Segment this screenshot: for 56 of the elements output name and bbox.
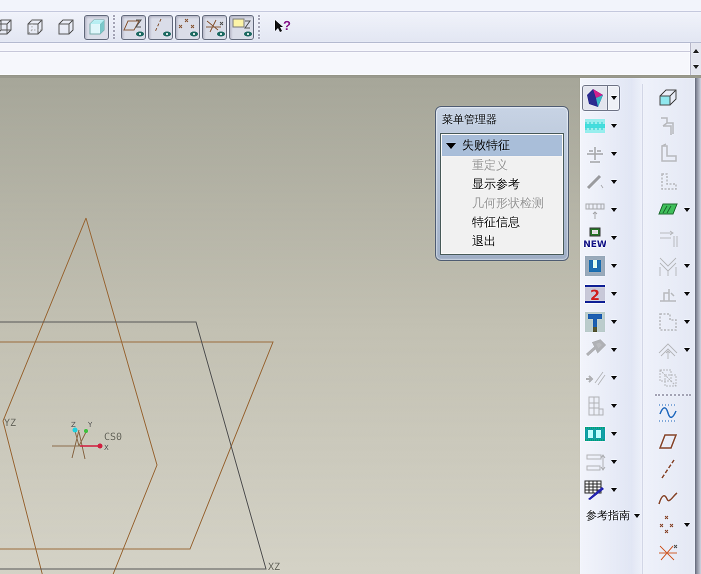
caret-icon — [684, 264, 690, 268]
caret-icon — [611, 208, 617, 212]
caret-icon — [684, 348, 690, 352]
caret-icon — [611, 376, 617, 380]
shaded-cube-icon — [88, 18, 106, 36]
plane-display-icon — [122, 17, 144, 37]
gem-icon — [584, 87, 606, 109]
point-display-icon — [176, 17, 198, 37]
menu-item[interactable]: 特征信息 — [442, 213, 562, 232]
pin-icon — [584, 311, 606, 333]
caret-icon — [684, 208, 690, 212]
csys-label: CS0 — [104, 432, 122, 443]
dashed-box-icon — [657, 311, 679, 333]
display-style-button[interactable] — [84, 14, 109, 40]
hidden-line-cube-icon — [26, 18, 44, 36]
caret-icon — [611, 180, 617, 184]
caret-icon — [611, 348, 617, 352]
caret-icon — [611, 320, 617, 324]
caret-icon — [611, 264, 617, 268]
tool-button[interactable] — [582, 309, 608, 335]
menu-item[interactable]: 退出 — [442, 232, 562, 251]
caret-icon — [610, 96, 616, 100]
dropdown-button[interactable] — [608, 85, 620, 111]
datum-display-toggle[interactable] — [148, 14, 173, 40]
caret-icon — [611, 236, 617, 240]
datum-display-toggle[interactable] — [229, 14, 254, 40]
caret-icon — [684, 523, 690, 527]
menu-header[interactable]: 失败特征 — [442, 135, 562, 156]
window-title: 菜单管理器 — [441, 112, 498, 128]
datum-display-toggle[interactable] — [121, 14, 146, 40]
caret-icon — [611, 460, 617, 464]
outline-cube-icon — [56, 18, 74, 36]
annotation-display-icon — [230, 17, 252, 37]
menu-item[interactable]: 显示参考 — [442, 175, 562, 194]
overlap-icon — [657, 367, 679, 389]
caret-icon — [684, 292, 690, 296]
bracket-icon — [584, 255, 606, 277]
caret-icon — [611, 292, 617, 296]
chevrons-icon — [657, 255, 679, 277]
tool-button[interactable] — [582, 85, 608, 111]
caret-icon — [611, 124, 617, 128]
caret-icon — [684, 320, 690, 324]
context-help-button[interactable]: ? — [274, 19, 291, 35]
plane-label: XZ — [268, 562, 280, 573]
wave-icon — [657, 402, 679, 424]
caret-icon — [611, 404, 617, 408]
pointer-icon — [274, 19, 283, 33]
caret-icon — [611, 432, 617, 436]
datum-display-toggle[interactable] — [202, 14, 227, 40]
plane-label: YZ — [4, 418, 16, 429]
caret-icon — [611, 488, 617, 492]
scrollbar[interactable] — [690, 43, 701, 75]
pen-icon — [584, 479, 606, 501]
datum-display-toggle[interactable] — [175, 14, 200, 40]
csys-display-icon — [204, 17, 226, 37]
caret-icon — [611, 152, 617, 156]
